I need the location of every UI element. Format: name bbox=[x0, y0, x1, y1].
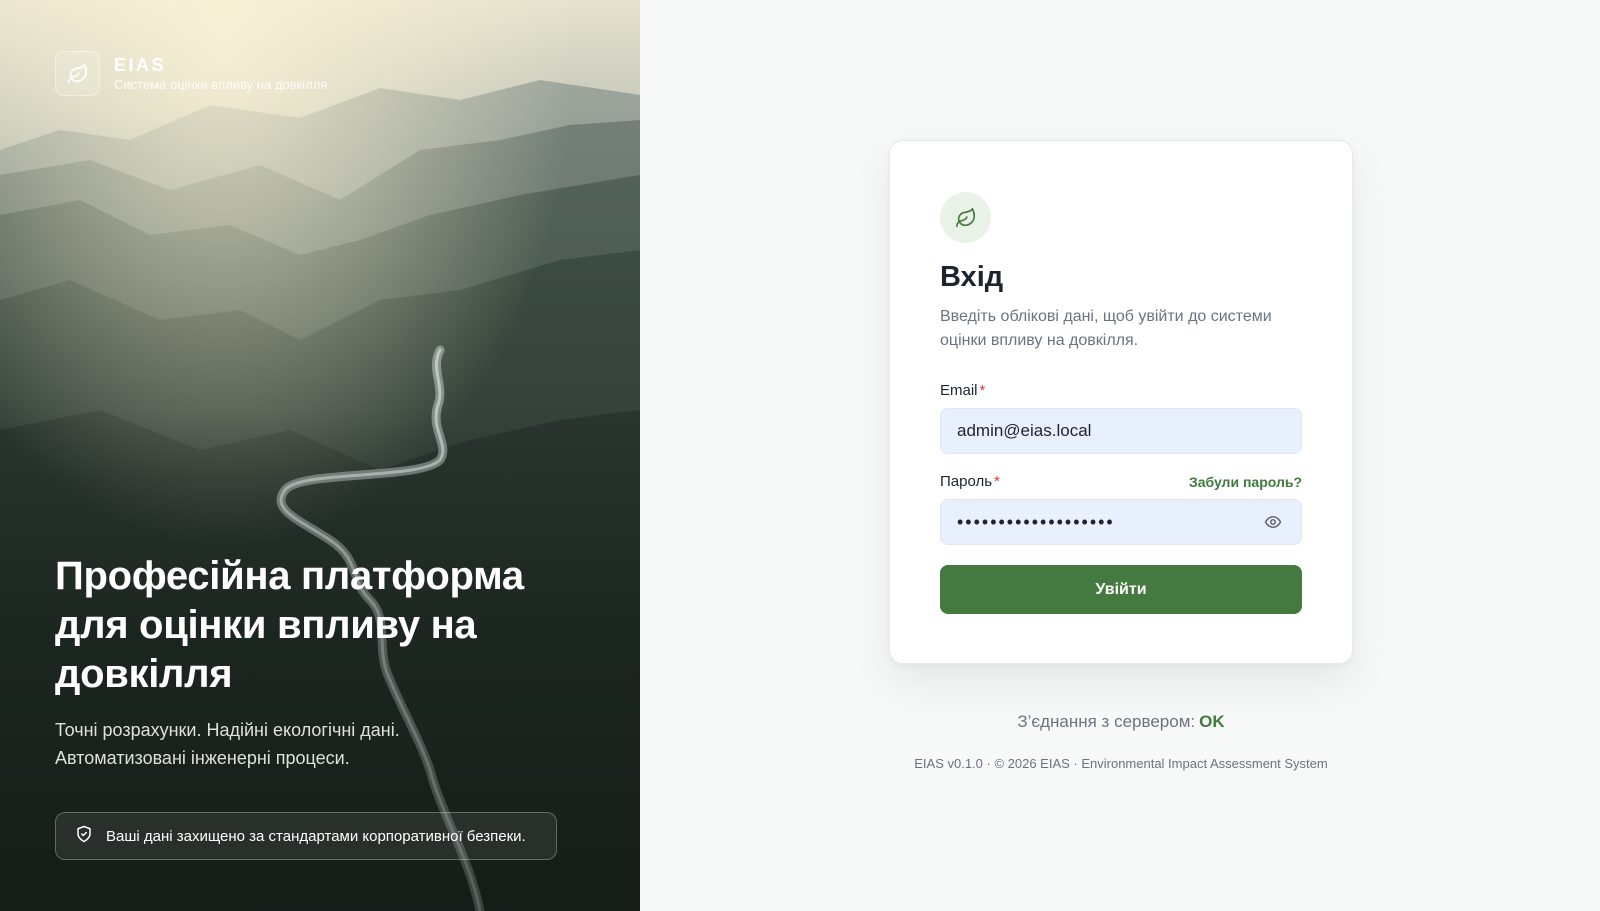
leaf-icon bbox=[940, 192, 991, 243]
leaf-icon bbox=[55, 51, 100, 96]
hero-overlay bbox=[0, 0, 640, 911]
login-description: Введіть облікові дані, щоб увійти до сис… bbox=[940, 308, 1272, 349]
connection-value: OK bbox=[1199, 712, 1225, 731]
footer-text: EIAS v0.1.0 · © 2026 EIAS · Environmenta… bbox=[914, 756, 1328, 771]
password-label: Пароль * bbox=[940, 473, 1000, 490]
hero-subtitle: Точні розрахунки. Надійні екологічні дан… bbox=[55, 720, 400, 768]
password-label-text: Пароль bbox=[940, 473, 993, 490]
login-card: Вхід Введіть облікові дані, щоб увійти д… bbox=[889, 140, 1353, 664]
brand-name: EIAS bbox=[114, 55, 167, 75]
eye-icon[interactable] bbox=[1260, 510, 1286, 534]
security-note: Ваші дані захищено за стандартами корпор… bbox=[106, 827, 526, 845]
email-label-text: Email bbox=[940, 382, 978, 399]
hero-title: Професійна платформа для оцінки впливу н… bbox=[55, 554, 524, 696]
password-field[interactable] bbox=[940, 499, 1302, 545]
login-title: Вхід bbox=[940, 261, 1004, 293]
brand-header: EIAS Система оцінки впливу на довкілля bbox=[55, 51, 327, 96]
forgot-password-link[interactable]: Забули пароль? bbox=[1189, 474, 1302, 490]
hero-panel: EIAS Система оцінки впливу на довкілля П… bbox=[0, 0, 640, 911]
security-banner: Ваші дані захищено за стандартами корпор… bbox=[55, 812, 557, 860]
connection-label: З’єднання з сервером: bbox=[1017, 712, 1196, 731]
brand-subtitle: Система оцінки впливу на довкілля bbox=[114, 77, 328, 92]
required-marker: * bbox=[994, 473, 1000, 490]
connection-status: З’єднання з сервером: OK bbox=[889, 712, 1353, 732]
shield-check-icon bbox=[75, 825, 93, 847]
email-field[interactable] bbox=[940, 408, 1302, 454]
required-marker: * bbox=[979, 382, 986, 399]
email-label: Email * bbox=[940, 382, 985, 399]
login-button[interactable]: Увійти bbox=[940, 565, 1302, 614]
brand-text: EIAS Система оцінки впливу на довкілля bbox=[114, 54, 327, 93]
